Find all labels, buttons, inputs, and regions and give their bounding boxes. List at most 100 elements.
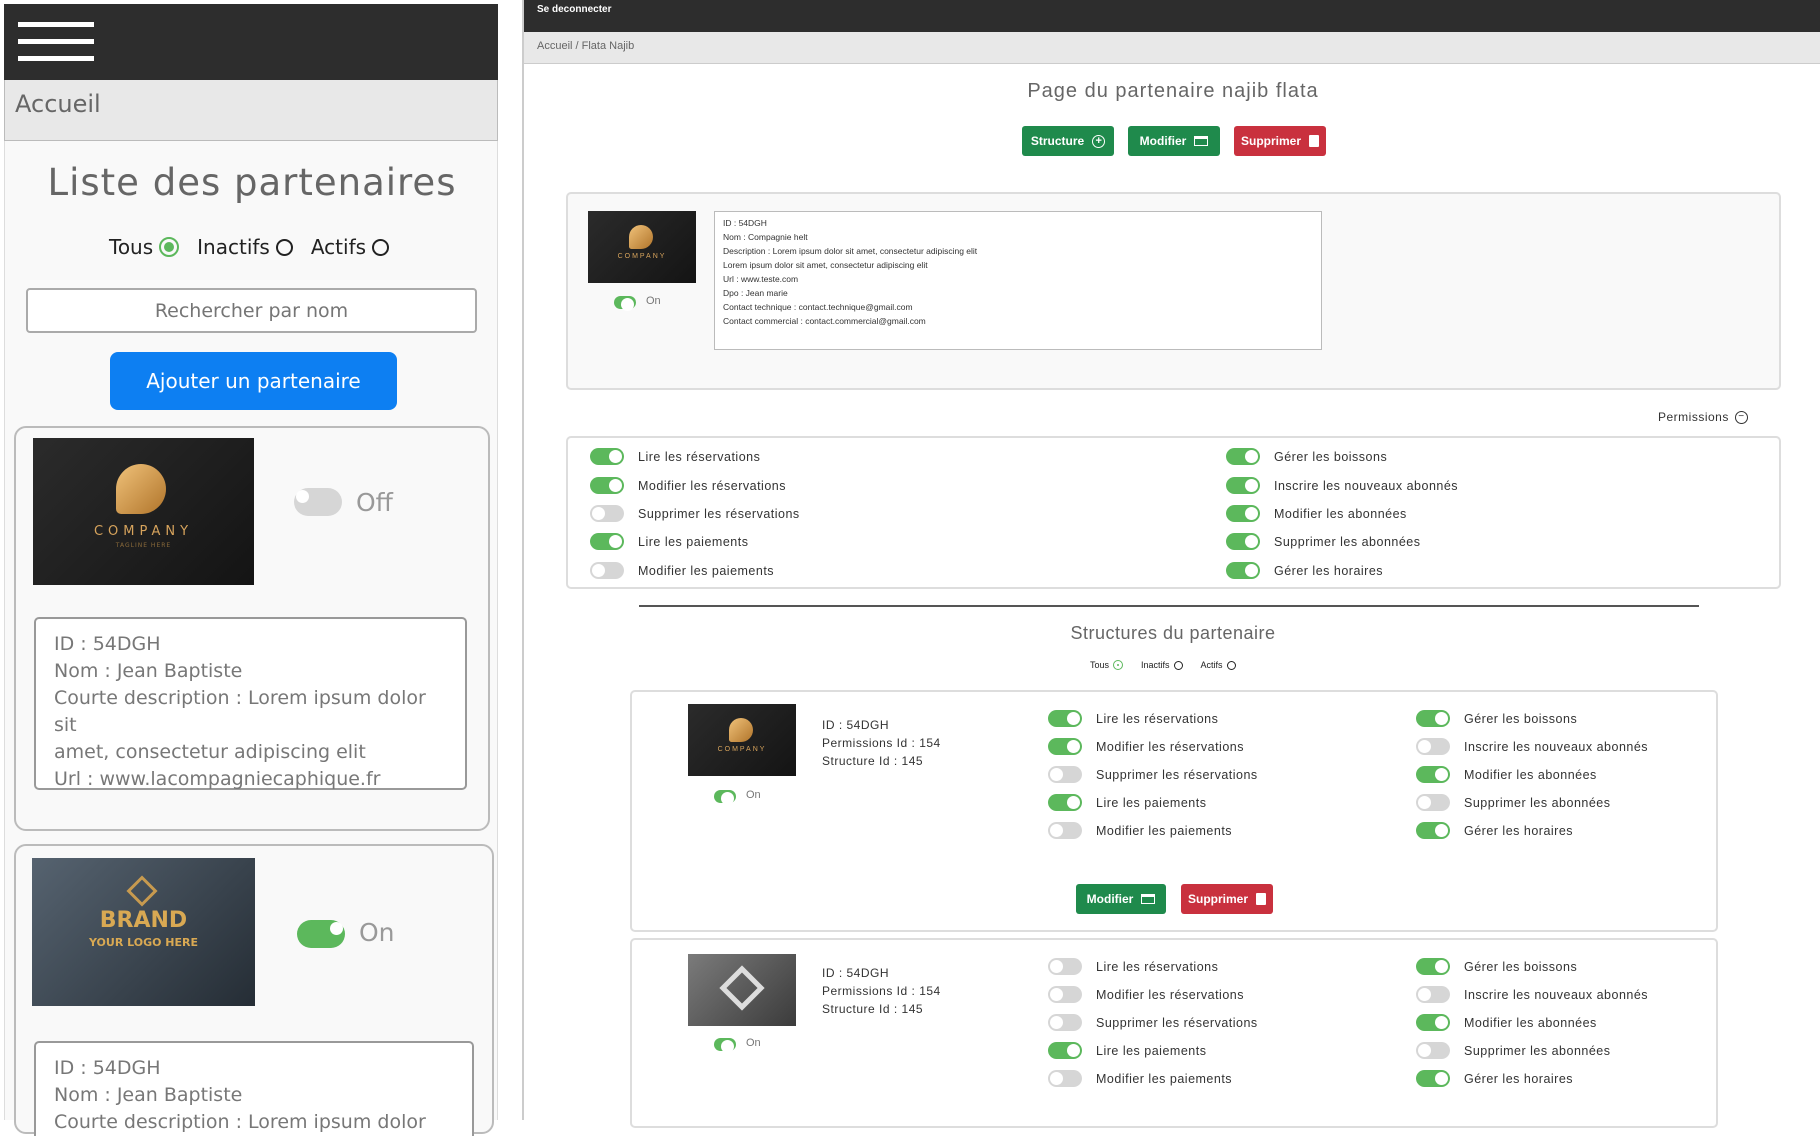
permission-toggle[interactable] bbox=[590, 505, 624, 522]
permission-item[interactable]: Supprimer les réservations bbox=[1048, 1014, 1258, 1031]
search-input[interactable] bbox=[26, 288, 477, 333]
filter-tous[interactable]: Tous bbox=[1090, 660, 1124, 670]
permission-item[interactable]: Modifier les réservations bbox=[1048, 986, 1244, 1003]
permissions-toggle[interactable]: Permissions − bbox=[1658, 410, 1748, 424]
home-link-bar[interactable]: Accueil bbox=[4, 80, 498, 141]
permission-item[interactable]: Modifier les paiements bbox=[590, 562, 774, 579]
modify-button[interactable]: Modifier bbox=[1128, 126, 1220, 156]
permission-toggle[interactable] bbox=[1416, 986, 1450, 1003]
permission-toggle[interactable] bbox=[1048, 986, 1082, 1003]
permission-toggle[interactable] bbox=[1416, 766, 1450, 783]
company-logo-icon bbox=[629, 225, 653, 249]
permission-toggle[interactable] bbox=[1048, 738, 1082, 755]
permission-toggle[interactable] bbox=[1048, 958, 1082, 975]
permission-toggle[interactable] bbox=[1416, 822, 1450, 839]
permission-item[interactable]: Inscrire les nouveaux abonnés bbox=[1416, 986, 1648, 1003]
permission-item[interactable]: Modifier les paiements bbox=[1048, 822, 1232, 839]
permission-item[interactable]: Inscrire les nouveaux abonnés bbox=[1416, 738, 1648, 755]
permission-toggle[interactable] bbox=[1226, 505, 1260, 522]
delete-structure-button[interactable]: Supprimer bbox=[1181, 884, 1273, 914]
filter-actifs[interactable]: Actifs bbox=[311, 235, 390, 259]
permission-toggle[interactable] bbox=[1048, 1014, 1082, 1031]
breadcrumb-text[interactable]: Accueil / Flata Najib bbox=[537, 40, 634, 52]
filter-inactifs[interactable]: Inactifs bbox=[1141, 660, 1183, 670]
permission-item[interactable]: Modifier les paiements bbox=[1048, 1070, 1232, 1087]
status-toggle[interactable] bbox=[294, 488, 342, 516]
permission-item[interactable]: Supprimer les abonnées bbox=[1416, 794, 1611, 811]
modify-structure-button[interactable]: Modifier bbox=[1076, 884, 1166, 914]
radio-icon[interactable] bbox=[1173, 660, 1183, 670]
permission-toggle[interactable] bbox=[590, 477, 624, 494]
permission-toggle[interactable] bbox=[1048, 794, 1082, 811]
hamburger-menu-icon[interactable] bbox=[18, 22, 94, 66]
permission-toggle[interactable] bbox=[1048, 1070, 1082, 1087]
permission-toggle[interactable] bbox=[1226, 448, 1260, 465]
partner-card[interactable]: COMPANY TAGLINE HERE Off ID : 54DGH Nom … bbox=[14, 426, 490, 831]
radio-icon[interactable] bbox=[1226, 660, 1236, 670]
status-label: Off bbox=[356, 488, 393, 517]
structure-filter-group: Tous Inactifs Actifs bbox=[1090, 660, 1236, 670]
home-link[interactable]: Accueil bbox=[15, 90, 101, 118]
partner-card[interactable]: BRAND YOUR LOGO HERE On ID : 54DGH Nom :… bbox=[14, 844, 494, 1136]
permission-toggle[interactable] bbox=[1416, 738, 1450, 755]
add-partner-button[interactable]: Ajouter un partenaire bbox=[110, 352, 397, 410]
permission-item[interactable]: Modifier les réservations bbox=[590, 477, 786, 494]
radio-icon[interactable] bbox=[372, 238, 390, 256]
permission-item[interactable]: Modifier les abonnées bbox=[1416, 1014, 1597, 1031]
permission-toggle[interactable] bbox=[1416, 710, 1450, 727]
permission-toggle[interactable] bbox=[1226, 477, 1260, 494]
permission-item[interactable]: Supprimer les réservations bbox=[590, 505, 800, 522]
filter-tous[interactable]: Tous bbox=[109, 235, 180, 259]
logout-link[interactable]: Se deconnecter bbox=[537, 4, 611, 15]
filter-actifs[interactable]: Actifs bbox=[1201, 660, 1236, 670]
permission-toggle[interactable] bbox=[1416, 794, 1450, 811]
permission-toggle[interactable] bbox=[1048, 766, 1082, 783]
info-line: ID : 54DGH bbox=[822, 966, 890, 980]
permission-toggle[interactable] bbox=[1416, 1042, 1450, 1059]
status-toggle[interactable] bbox=[297, 920, 345, 948]
radio-selected-icon[interactable] bbox=[1113, 660, 1124, 670]
permission-toggle[interactable] bbox=[590, 448, 624, 465]
permission-item[interactable]: Supprimer les abonnées bbox=[1416, 1042, 1611, 1059]
filter-inactifs[interactable]: Inactifs bbox=[197, 235, 293, 259]
permission-item[interactable]: Supprimer les abonnées bbox=[1226, 533, 1421, 550]
permission-item[interactable]: Gérer les horaires bbox=[1226, 562, 1383, 579]
permission-toggle[interactable] bbox=[1048, 710, 1082, 727]
permission-item[interactable]: Gérer les boissons bbox=[1416, 710, 1577, 727]
permission-toggle[interactable] bbox=[1416, 1070, 1450, 1087]
status-toggle[interactable] bbox=[614, 296, 636, 311]
permission-item[interactable]: Modifier les réservations bbox=[1048, 738, 1244, 755]
status-toggle[interactable] bbox=[714, 790, 736, 805]
permission-toggle[interactable] bbox=[1226, 533, 1260, 550]
permission-item[interactable]: Gérer les boissons bbox=[1416, 958, 1577, 975]
structure-button[interactable]: Structure + bbox=[1022, 126, 1114, 156]
permission-toggle[interactable] bbox=[590, 533, 624, 550]
status-toggle[interactable] bbox=[714, 1038, 736, 1053]
permission-toggle[interactable] bbox=[590, 562, 624, 579]
permission-item[interactable]: Lire les paiements bbox=[590, 533, 748, 550]
company-logo: COMPANY bbox=[588, 211, 696, 283]
permission-item[interactable]: Gérer les boissons bbox=[1226, 448, 1387, 465]
info-line: Nom : Jean Baptiste bbox=[54, 660, 243, 682]
delete-button[interactable]: Supprimer bbox=[1234, 126, 1326, 156]
permission-toggle[interactable] bbox=[1048, 822, 1082, 839]
permission-toggle[interactable] bbox=[1416, 958, 1450, 975]
trash-icon bbox=[1309, 135, 1319, 147]
permission-item[interactable]: Modifier les abonnées bbox=[1226, 505, 1407, 522]
radio-icon[interactable] bbox=[275, 238, 293, 256]
permission-toggle[interactable] bbox=[1048, 1042, 1082, 1059]
permission-toggle[interactable] bbox=[1416, 1014, 1450, 1031]
permission-item[interactable]: Supprimer les réservations bbox=[1048, 766, 1258, 783]
permission-item[interactable]: Modifier les abonnées bbox=[1416, 766, 1597, 783]
permission-item[interactable]: Gérer les horaires bbox=[1416, 822, 1573, 839]
section-divider bbox=[639, 605, 1699, 607]
permission-item[interactable]: Lire les paiements bbox=[1048, 794, 1206, 811]
permission-item[interactable]: Lire les réservations bbox=[1048, 958, 1218, 975]
permission-item[interactable]: Lire les réservations bbox=[590, 448, 760, 465]
permission-item[interactable]: Lire les réservations bbox=[1048, 710, 1218, 727]
permission-item[interactable]: Lire les paiements bbox=[1048, 1042, 1206, 1059]
permission-item[interactable]: Gérer les horaires bbox=[1416, 1070, 1573, 1087]
radio-selected-icon[interactable] bbox=[159, 237, 180, 257]
permission-item[interactable]: Inscrire les nouveaux abonnés bbox=[1226, 477, 1458, 494]
permission-toggle[interactable] bbox=[1226, 562, 1260, 579]
